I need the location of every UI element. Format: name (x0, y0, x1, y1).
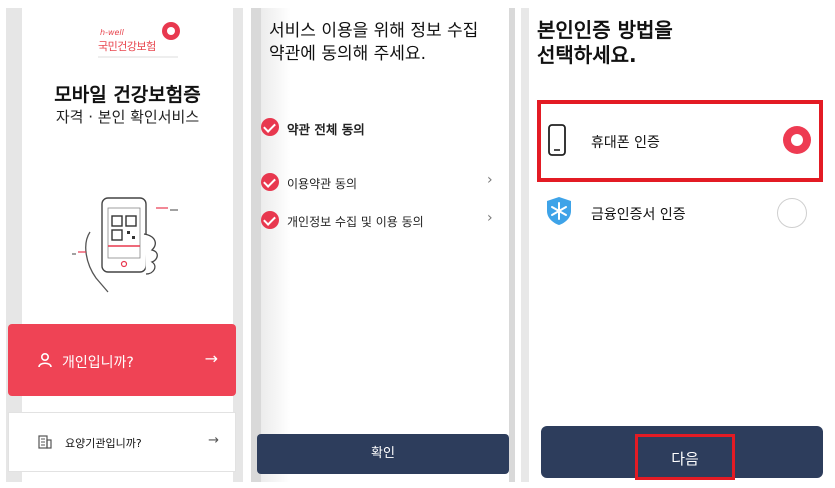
building-icon (38, 435, 52, 449)
next-button-label: 다음 (671, 450, 699, 468)
auth-title-line1: 본인인증 방법을 (537, 18, 673, 42)
page-subtitle: 자격 · 본인 확인서비스 (55, 108, 200, 126)
logo-en-text: h-well (100, 28, 124, 37)
auth-title-line2: 선택하세요. (537, 43, 637, 67)
login-card: h-well 국민건강보험 모바일 건강보험증 자격 · 본인 확인서비스 (22, 8, 233, 482)
chevron-right-icon[interactable]: › (487, 172, 493, 188)
personal-user-label: 개인입니까? (62, 355, 134, 371)
arrow-right-icon: → (208, 433, 219, 448)
next-button[interactable]: 다음 (541, 426, 823, 480)
phone-auth-option[interactable]: 휴대폰 인증 (537, 100, 823, 182)
page-title: 모바일 건강보험증 (54, 84, 201, 106)
logo-bubble-icon (162, 22, 180, 40)
logo-divider (98, 56, 178, 58)
arrow-right-icon: → (204, 349, 218, 368)
phone-qr-illustration-icon (72, 197, 178, 293)
confirm-button[interactable]: 확인 (257, 434, 509, 474)
auth-title: 본인인증 방법을 선택하세요. (537, 18, 673, 68)
medical-facility-button[interactable]: 요양기관입니까? → (8, 412, 236, 472)
auth-card: 본인인증 방법을 선택하세요. 휴대폰 인증 금융인증서 인증 다음 (529, 8, 829, 482)
medical-facility-label: 요양기관입니까? (65, 437, 142, 450)
phone-radio-selected[interactable] (783, 126, 811, 154)
logo-ko-text: 국민건강보험 (98, 40, 156, 53)
terms-title-line1: 서비스 이용을 위해 정보 수집 (269, 21, 479, 41)
certificate-auth-label: 금융인증서 인증 (591, 207, 686, 223)
auth-method-screen: 본인인증 방법을 선택하세요. 휴대폰 인증 금융인증서 인증 다음 (521, 8, 829, 482)
agree-all-label[interactable]: 약관 전체 동의 (287, 119, 365, 138)
next-button-highlight: 다음 (635, 434, 735, 480)
login-screen: h-well 국민건강보험 모바일 건강보험증 자격 · 본인 확인서비스 개인… (6, 8, 243, 482)
terms-card: 서비스 이용을 위해 정보 수집 약관에 동의해 주세요. 약관 전체 동의 이… (261, 8, 509, 482)
phone-icon (548, 124, 566, 156)
privacy-consent-label[interactable]: 개인정보 수집 및 이용 동의 (287, 213, 424, 230)
person-icon (38, 352, 52, 368)
privacy-consent-check-icon[interactable] (261, 211, 279, 229)
terms-of-use-check-icon[interactable] (261, 173, 279, 191)
terms-of-use-label[interactable]: 이용약관 동의 (287, 175, 357, 192)
nhis-logo: h-well 국민건강보험 (84, 22, 184, 62)
personal-user-button[interactable]: 개인입니까? → (8, 324, 236, 396)
certificate-radio-unselected[interactable] (777, 198, 807, 228)
terms-title-line2: 약관에 동의해 주세요. (269, 44, 426, 64)
phone-auth-label: 휴대폰 인증 (591, 135, 660, 151)
agree-all-check-icon[interactable] (261, 118, 279, 136)
terms-title: 서비스 이용을 위해 정보 수집 약관에 동의해 주세요. (269, 20, 478, 66)
chevron-right-icon[interactable]: › (487, 210, 493, 226)
certificate-icon (547, 197, 571, 225)
terms-agreement-screen: 서비스 이용을 위해 정보 수집 약관에 동의해 주세요. 약관 전체 동의 이… (251, 8, 515, 482)
